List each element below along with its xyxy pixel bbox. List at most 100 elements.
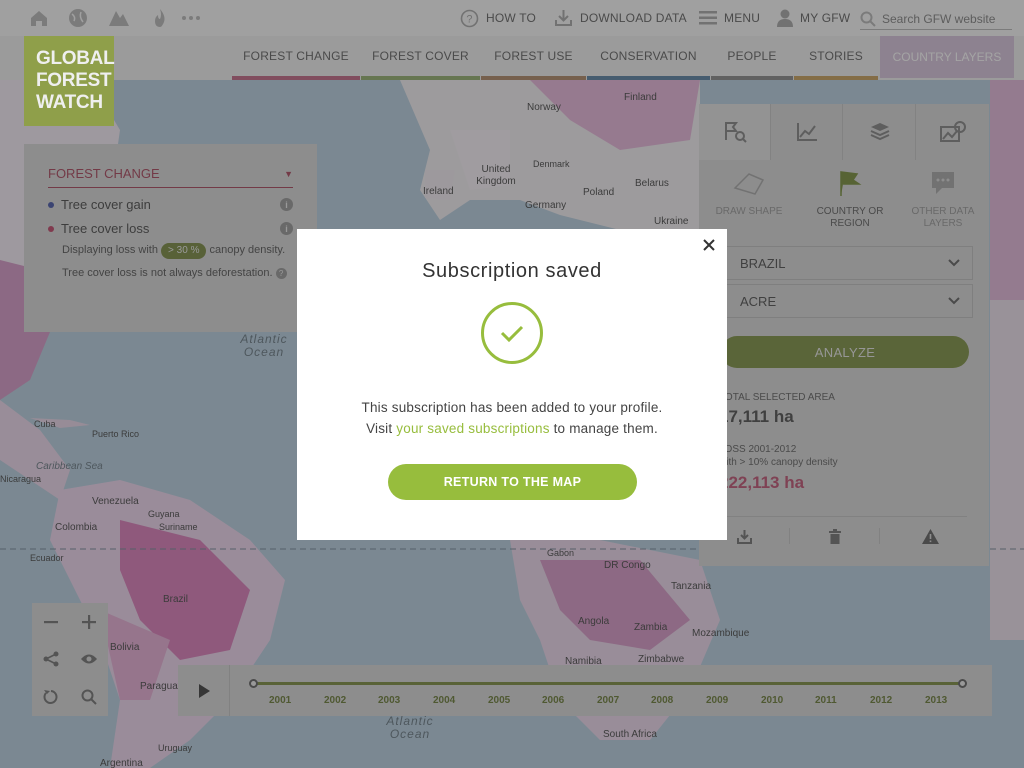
loss-swatch bbox=[48, 225, 54, 232]
region-select[interactable]: ACRE bbox=[725, 284, 973, 318]
play-button[interactable] bbox=[178, 665, 230, 716]
timeline-year[interactable]: 2009 bbox=[706, 695, 728, 706]
speech-bubble-icon bbox=[932, 172, 954, 194]
timeline-start-handle[interactable] bbox=[249, 679, 258, 688]
hamburger-icon bbox=[699, 11, 717, 25]
ocean-label: Atlantic Ocean bbox=[240, 332, 288, 359]
timeline-year[interactable]: 2012 bbox=[870, 695, 892, 706]
country-region-option[interactable]: COUNTRY OR REGION bbox=[805, 170, 895, 230]
map-icon[interactable] bbox=[108, 8, 130, 28]
my-gfw-link[interactable]: MY GFW bbox=[777, 0, 850, 36]
timeline-year[interactable]: 2010 bbox=[761, 695, 783, 706]
plus-icon bbox=[82, 615, 96, 629]
more-icon[interactable] bbox=[180, 8, 202, 28]
search-box[interactable] bbox=[860, 8, 1012, 30]
tab-forest-use[interactable]: FOREST USE bbox=[481, 36, 586, 80]
help-icon[interactable]: ? bbox=[275, 268, 287, 279]
search-icon[interactable] bbox=[860, 11, 876, 27]
help-icon: ? bbox=[460, 9, 479, 27]
map-label: Bolivia bbox=[110, 642, 140, 653]
fire-icon[interactable] bbox=[149, 8, 171, 28]
home-icon[interactable] bbox=[28, 8, 50, 28]
tab-conservation[interactable]: CONSERVATION bbox=[587, 36, 710, 80]
map-label: Denmark bbox=[533, 159, 570, 169]
map-label: South Africa bbox=[603, 729, 657, 740]
download-icon[interactable] bbox=[737, 529, 752, 544]
trash-icon[interactable] bbox=[829, 529, 841, 544]
timeline-year[interactable]: 2007 bbox=[597, 695, 619, 706]
tab-forest-change[interactable]: FOREST CHANGE bbox=[232, 36, 360, 80]
country-layers-button[interactable]: COUNTRY LAYERS bbox=[880, 36, 1014, 78]
loss-value: 222,113 ha bbox=[719, 473, 805, 492]
tab-layers[interactable] bbox=[844, 104, 916, 160]
info-icon[interactable]: i bbox=[280, 198, 293, 211]
refresh-icon bbox=[43, 690, 58, 704]
map-label: United Kingdom bbox=[476, 164, 516, 187]
search-input[interactable] bbox=[882, 11, 1010, 26]
flag-search-icon bbox=[724, 122, 747, 143]
timeline-end-handle[interactable] bbox=[958, 679, 967, 688]
search-icon bbox=[81, 689, 97, 705]
globe-icon[interactable] bbox=[67, 8, 89, 28]
chevron-down-icon[interactable]: ▼ bbox=[284, 169, 293, 181]
legend-panel: FOREST CHANGE ▼ Tree cover gain i Tree c… bbox=[24, 144, 317, 332]
tab-forest-cover[interactable]: FOREST COVER bbox=[361, 36, 480, 80]
saved-subscriptions-link[interactable]: your saved subscriptions bbox=[396, 421, 549, 436]
manage-text: to manage them. bbox=[553, 421, 658, 436]
download-data-link[interactable]: DOWNLOAD DATA bbox=[554, 0, 687, 36]
legend-header[interactable]: FOREST CHANGE ▼ bbox=[48, 166, 293, 188]
how-to-link[interactable]: ? HOW TO bbox=[460, 0, 536, 36]
timeline-year[interactable]: 2002 bbox=[324, 695, 346, 706]
basemap-icon bbox=[940, 121, 966, 142]
timeline-year[interactable]: 2006 bbox=[542, 695, 564, 706]
tab-analysis[interactable] bbox=[699, 104, 771, 160]
timeline-year[interactable]: 2008 bbox=[651, 695, 673, 706]
toggle-view-button[interactable] bbox=[70, 640, 108, 678]
zoom-out-button[interactable] bbox=[32, 603, 70, 641]
analyze-button[interactable]: ANALYZE bbox=[721, 336, 969, 368]
info-icon[interactable]: i bbox=[280, 222, 293, 235]
timeline: 2001 2002 2003 2004 2005 2006 2007 2008 … bbox=[178, 665, 992, 716]
timeline-year[interactable]: 2003 bbox=[378, 695, 400, 706]
map-label: Gabon bbox=[547, 548, 575, 558]
sea-label: Caribbean Sea bbox=[36, 461, 103, 472]
map-label: Nicaragua bbox=[0, 474, 42, 484]
draw-shape-icon bbox=[733, 173, 765, 195]
draw-shape-option[interactable]: DRAW SHAPE bbox=[704, 170, 794, 218]
total-area-value: 17,111 ha bbox=[719, 407, 794, 426]
minus-icon bbox=[44, 621, 58, 624]
map-label: Belarus bbox=[635, 178, 669, 189]
how-to-label: HOW TO bbox=[486, 11, 537, 25]
map-search-button[interactable] bbox=[70, 678, 108, 716]
legend-item-label: Tree cover loss bbox=[61, 221, 150, 236]
share-button[interactable] bbox=[32, 640, 70, 678]
gfw-logo[interactable]: GLOBAL FOREST WATCH bbox=[24, 36, 115, 126]
timeline-year[interactable]: 2001 bbox=[269, 695, 291, 706]
legend-title: FOREST CHANGE bbox=[48, 166, 160, 181]
close-icon[interactable] bbox=[701, 237, 717, 253]
menu-button[interactable]: MENU bbox=[699, 0, 760, 36]
map-label: Norway bbox=[527, 102, 561, 113]
map-label: Uruguay bbox=[158, 743, 193, 753]
tab-people[interactable]: PEOPLE bbox=[711, 36, 793, 80]
canopy-density-text: Displaying loss with > 30 % canopy densi… bbox=[62, 243, 293, 259]
tab-charts[interactable] bbox=[771, 104, 843, 160]
eye-icon bbox=[81, 654, 97, 664]
tab-stories[interactable]: STORIES bbox=[794, 36, 878, 80]
note-text: Tree cover loss is not always deforestat… bbox=[62, 267, 273, 279]
other-data-layers-option[interactable]: OTHER DATA LAYERS bbox=[898, 170, 988, 230]
timeline-year[interactable]: 2004 bbox=[433, 695, 455, 706]
reset-button[interactable] bbox=[32, 678, 70, 716]
tab-basemaps[interactable] bbox=[917, 104, 989, 160]
map-label: Paraguay bbox=[140, 681, 183, 692]
timeline-year[interactable]: 2013 bbox=[925, 695, 947, 706]
country-select[interactable]: BRAZIL bbox=[725, 246, 973, 280]
canopy-density-pill[interactable]: > 30 % bbox=[161, 243, 207, 259]
warning-icon[interactable] bbox=[922, 529, 939, 544]
timeline-year[interactable]: 2011 bbox=[815, 695, 837, 706]
legend-item-gain: Tree cover gain i bbox=[48, 197, 293, 212]
timeline-year[interactable]: 2005 bbox=[488, 695, 510, 706]
zoom-in-button[interactable] bbox=[70, 603, 108, 641]
return-to-map-button[interactable]: RETURN TO THE MAP bbox=[388, 464, 637, 500]
timeline-track[interactable] bbox=[253, 682, 963, 685]
